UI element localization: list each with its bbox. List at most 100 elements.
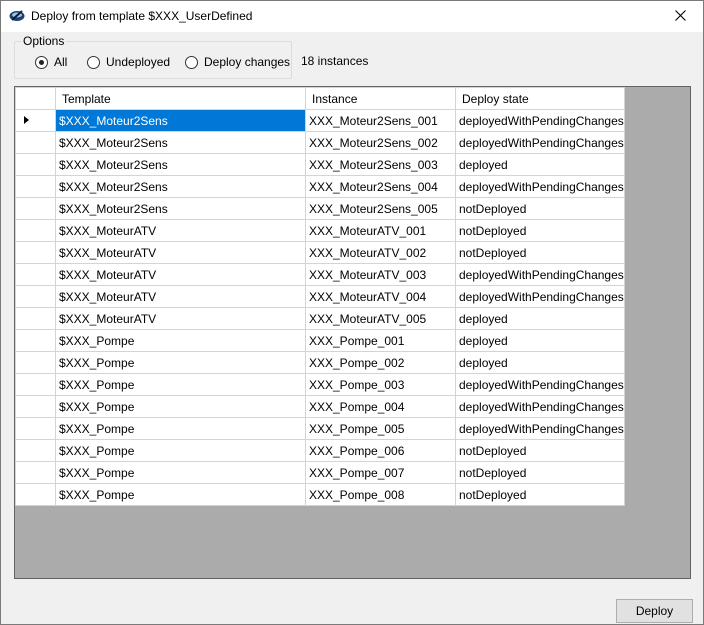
row-header[interactable] (15, 373, 56, 396)
column-header-instance[interactable]: Instance (305, 87, 456, 110)
radio-all[interactable]: All (35, 55, 67, 69)
row-header[interactable] (15, 263, 56, 286)
row-header[interactable] (15, 175, 56, 198)
cell-deploy-state[interactable]: deployed (455, 329, 625, 352)
cell-deploy-state[interactable]: notDeployed (455, 197, 625, 220)
radio-all-indicator[interactable] (35, 55, 48, 69)
cell-deploy-state[interactable]: deployed (455, 351, 625, 374)
row-header[interactable] (15, 439, 56, 462)
cell-deploy-state[interactable]: deployedWithPendingChanges (455, 175, 625, 198)
cell-template[interactable]: $XXX_MoteurATV (55, 263, 306, 286)
cell-instance[interactable]: XXX_Pompe_008 (305, 483, 456, 506)
cell-template[interactable]: $XXX_MoteurATV (55, 219, 306, 242)
cell-template[interactable]: $XXX_Pompe (55, 395, 306, 418)
cell-template[interactable]: $XXX_Pompe (55, 329, 306, 352)
table-row[interactable]: $XXX_Pompe XXX_Pompe_004 deployedWithPendi… (15, 395, 625, 418)
cell-template[interactable]: $XXX_Pompe (55, 373, 306, 396)
cell-instance[interactable]: XXX_Pompe_003 (305, 373, 456, 396)
cell-template[interactable]: $XXX_Pompe (55, 351, 306, 374)
row-header[interactable] (15, 417, 56, 440)
table-row[interactable]: $XXX_MoteurATV XXX_MoteurATV_001 notDeploy… (15, 219, 625, 242)
table-row[interactable]: $XXX_Pompe XXX_Pompe_007 notDeployed (15, 461, 625, 484)
table-row[interactable]: $XXX_Pompe XXX_Pompe_002 deployed (15, 351, 625, 374)
cell-instance[interactable]: XXX_MoteurATV_001 (305, 219, 456, 242)
table-row[interactable]: $XXX_MoteurATV XXX_MoteurATV_003 deployedW… (15, 263, 625, 286)
deploy-button[interactable]: Deploy (616, 599, 693, 623)
table-row[interactable]: $XXX_Moteur2Sens XXX_Moteur2Sens_003 deplo… (15, 153, 625, 176)
cell-deploy-state[interactable]: notDeployed (455, 241, 625, 264)
cell-instance[interactable]: XXX_Moteur2Sens_002 (305, 131, 456, 154)
row-header[interactable] (15, 329, 56, 352)
cell-template[interactable]: $XXX_Moteur2Sens (55, 175, 306, 198)
table-row[interactable]: $XXX_Moteur2Sens XXX_Moteur2Sens_005 notDe… (15, 197, 625, 220)
cell-deploy-state[interactable]: deployed (455, 153, 625, 176)
cell-deploy-state[interactable]: deployedWithPendingChanges (455, 373, 625, 396)
radio-deploy-changes-indicator[interactable] (185, 55, 198, 69)
cell-template[interactable]: $XXX_Moteur2Sens (55, 153, 306, 176)
cell-deploy-state[interactable]: notDeployed (455, 439, 625, 462)
table-row[interactable]: $XXX_Pompe XXX_Pompe_001 deployed (15, 329, 625, 352)
cell-template[interactable]: $XXX_MoteurATV (55, 285, 306, 308)
cell-deploy-state[interactable]: deployed (455, 307, 625, 330)
row-header[interactable] (15, 461, 56, 484)
column-header-template[interactable]: Template (55, 87, 306, 110)
cell-instance[interactable]: XXX_MoteurATV_004 (305, 285, 456, 308)
cell-deploy-state[interactable]: deployedWithPendingChanges (455, 263, 625, 286)
cell-deploy-state[interactable]: deployedWithPendingChanges (455, 285, 625, 308)
cell-deploy-state[interactable]: notDeployed (455, 461, 625, 484)
cell-instance[interactable]: XXX_Pompe_002 (305, 351, 456, 374)
cell-template[interactable]: $XXX_Pompe (55, 417, 306, 440)
row-header[interactable] (15, 285, 56, 308)
table-row[interactable]: $XXX_MoteurATV XXX_MoteurATV_005 deployed (15, 307, 625, 330)
cell-instance[interactable]: XXX_Pompe_004 (305, 395, 456, 418)
row-header[interactable] (15, 307, 56, 330)
row-header[interactable] (15, 351, 56, 374)
row-header[interactable] (15, 131, 56, 154)
table-row[interactable]: $XXX_Pompe XXX_Pompe_008 notDeployed (15, 483, 625, 506)
close-button[interactable] (657, 1, 703, 32)
column-header-deploy-state[interactable]: Deploy state (455, 87, 625, 110)
row-header[interactable] (15, 109, 56, 132)
cell-instance[interactable]: XXX_Moteur2Sens_003 (305, 153, 456, 176)
cell-deploy-state[interactable]: deployedWithPendingChanges (455, 417, 625, 440)
cell-template[interactable]: $XXX_Pompe (55, 461, 306, 484)
cell-instance[interactable]: XXX_MoteurATV_002 (305, 241, 456, 264)
cell-template[interactable]: $XXX_MoteurATV (55, 307, 306, 330)
radio-deploy-changes[interactable]: Deploy changes (185, 55, 290, 69)
radio-undeployed[interactable]: Undeployed (87, 55, 170, 69)
cell-instance[interactable]: XXX_Moteur2Sens_001 (305, 109, 456, 132)
cell-template[interactable]: $XXX_Moteur2Sens (55, 197, 306, 220)
cell-deploy-state[interactable]: deployedWithPendingChanges (455, 109, 625, 132)
cell-instance[interactable]: XXX_Pompe_001 (305, 329, 456, 352)
cell-deploy-state[interactable]: notDeployed (455, 483, 625, 506)
cell-instance[interactable]: XXX_Pompe_005 (305, 417, 456, 440)
table-row[interactable]: $XXX_MoteurATV XXX_MoteurATV_004 deployedW… (15, 285, 625, 308)
row-header[interactable] (15, 241, 56, 264)
cell-instance[interactable]: XXX_Pompe_007 (305, 461, 456, 484)
cell-template[interactable]: $XXX_Moteur2Sens (55, 109, 306, 132)
cell-instance[interactable]: XXX_Moteur2Sens_004 (305, 175, 456, 198)
row-header[interactable] (15, 153, 56, 176)
cell-deploy-state[interactable]: deployedWithPendingChanges (455, 131, 625, 154)
table-row[interactable]: $XXX_Pompe XXX_Pompe_005 deployedWithPendi… (15, 417, 625, 440)
cell-deploy-state[interactable]: deployedWithPendingChanges (455, 395, 625, 418)
table-row[interactable]: $XXX_Moteur2Sens XXX_Moteur2Sens_001 deplo… (15, 109, 625, 132)
cell-template[interactable]: $XXX_MoteurATV (55, 241, 306, 264)
cell-template[interactable]: $XXX_Pompe (55, 439, 306, 462)
cell-template[interactable]: $XXX_Pompe (55, 483, 306, 506)
row-header[interactable] (15, 197, 56, 220)
cell-instance[interactable]: XXX_Moteur2Sens_005 (305, 197, 456, 220)
table-row[interactable]: $XXX_MoteurATV XXX_MoteurATV_002 notDeploy… (15, 241, 625, 264)
cell-instance[interactable]: XXX_MoteurATV_005 (305, 307, 456, 330)
row-header[interactable] (15, 395, 56, 418)
table-row[interactable]: $XXX_Pompe XXX_Pompe_006 notDeployed (15, 439, 625, 462)
row-header[interactable] (15, 483, 56, 506)
cell-deploy-state[interactable]: notDeployed (455, 219, 625, 242)
table-row[interactable]: $XXX_Pompe XXX_Pompe_003 deployedWithPendi… (15, 373, 625, 396)
cell-template[interactable]: $XXX_Moteur2Sens (55, 131, 306, 154)
table-row[interactable]: $XXX_Moteur2Sens XXX_Moteur2Sens_004 deplo… (15, 175, 625, 198)
cell-instance[interactable]: XXX_MoteurATV_003 (305, 263, 456, 286)
instances-grid[interactable]: Template Instance Deploy state $XXX_Mote… (14, 86, 691, 579)
row-header[interactable] (15, 219, 56, 242)
cell-instance[interactable]: XXX_Pompe_006 (305, 439, 456, 462)
